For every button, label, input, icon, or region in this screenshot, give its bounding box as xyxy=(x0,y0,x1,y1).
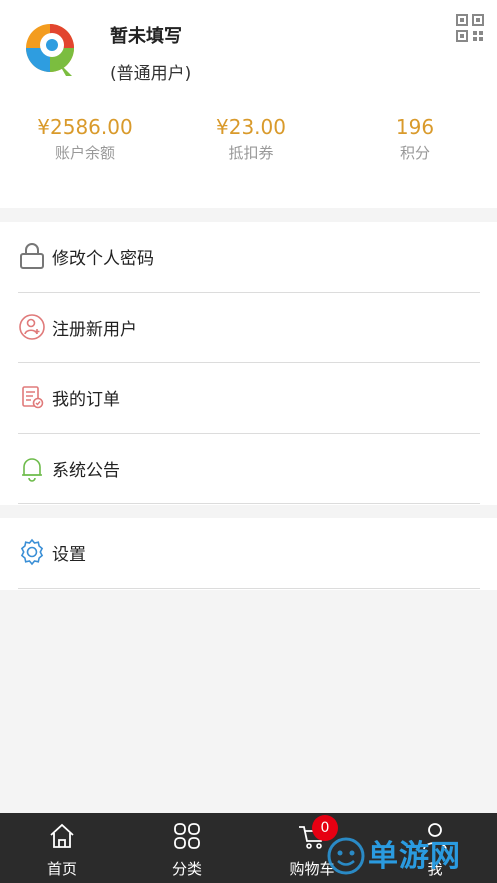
tab-home[interactable]: 首页 xyxy=(0,813,124,883)
stat-balance[interactable]: ¥2586.00 账户余额 xyxy=(5,114,165,164)
menu-item-settings[interactable]: 设置 xyxy=(18,518,480,589)
menu-item-label: 设置 xyxy=(52,545,86,565)
order-icon xyxy=(22,386,44,409)
balance-value: ¥2586.00 xyxy=(37,115,133,139)
coupon-label: 抵扣券 xyxy=(228,144,274,162)
balance-label: 账户余额 xyxy=(54,144,115,162)
home-icon xyxy=(50,823,74,848)
add-user-icon xyxy=(19,313,45,340)
bell-icon xyxy=(22,457,42,482)
menu-item-label: 我的订单 xyxy=(52,390,120,410)
tab-category-label: 分类 xyxy=(171,860,202,878)
menu-item-label: 修改个人密码 xyxy=(52,249,154,269)
coupon-value: ¥23.00 xyxy=(216,115,286,139)
menu-item-my-orders[interactable]: 我的订单 xyxy=(18,363,480,434)
bottom-tab-bar: 首页 分类 购物车 我 xyxy=(0,813,497,883)
menu-item-label: 注册新用户 xyxy=(52,319,137,340)
menu-item-register-user[interactable]: 注册新用户 xyxy=(18,293,480,363)
cart-badge: 0 xyxy=(312,815,338,841)
menu-group-settings: 设置 xyxy=(0,518,497,590)
qr-code-icon[interactable] xyxy=(455,13,485,43)
user-icon xyxy=(423,823,447,850)
menu-group-main: 修改个人密码 注册新用户 我的订单 系统公告 xyxy=(0,222,497,505)
points-label: 积分 xyxy=(399,144,430,162)
user-name: 暂未填写 xyxy=(110,26,182,47)
stat-points[interactable]: 196 积分 xyxy=(335,114,495,164)
lock-icon xyxy=(20,243,44,269)
tab-me-label: 我 xyxy=(427,860,443,878)
user-role: (普通用户) xyxy=(110,64,192,84)
menu-item-change-password[interactable]: 修改个人密码 xyxy=(18,222,480,293)
menu-item-label: 系统公告 xyxy=(52,460,120,481)
grid-icon xyxy=(174,823,200,849)
menu-item-announcements[interactable]: 系统公告 xyxy=(18,434,480,504)
tab-cart-label: 购物车 xyxy=(289,860,335,878)
points-value: 196 xyxy=(395,115,435,139)
tab-me[interactable]: 我 xyxy=(373,813,497,883)
tab-category[interactable]: 分类 xyxy=(125,813,249,883)
stat-coupon[interactable]: ¥23.00 抵扣券 xyxy=(171,114,331,164)
profile-section: 暂未填写 (普通用户) ¥2586.00 账户余额 ¥23.00 抵扣券 196… xyxy=(0,0,497,208)
tab-home-label: 首页 xyxy=(46,860,77,878)
gear-icon xyxy=(20,538,44,566)
app-logo-icon[interactable] xyxy=(20,18,78,78)
